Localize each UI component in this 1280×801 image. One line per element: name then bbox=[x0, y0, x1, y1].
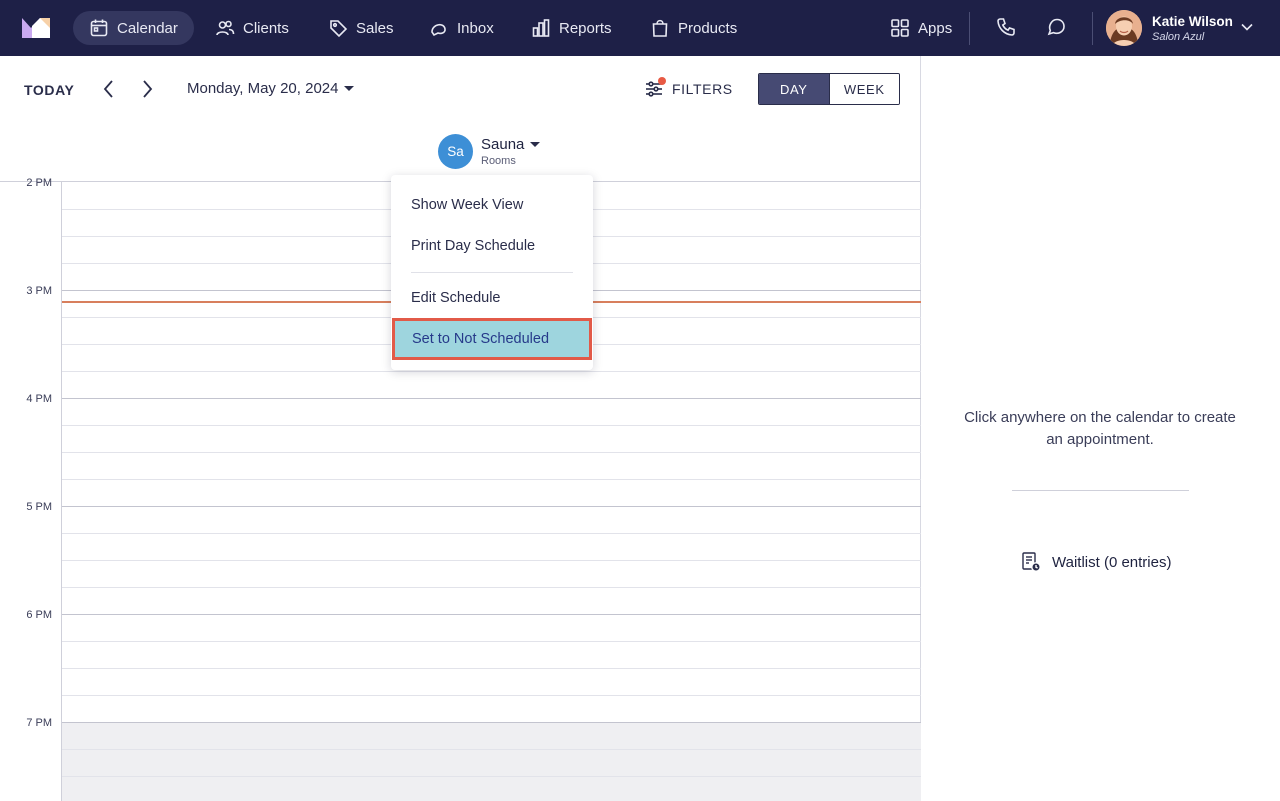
menu-divider bbox=[411, 272, 573, 273]
slot-line bbox=[62, 425, 921, 426]
slot-line bbox=[62, 371, 921, 372]
resource-name: Sauna bbox=[481, 136, 525, 153]
avatar bbox=[1106, 10, 1142, 46]
slot-line bbox=[62, 641, 921, 642]
nav-inbox-label: Inbox bbox=[457, 19, 494, 37]
filters-button[interactable]: FILTERS bbox=[644, 77, 733, 99]
menu-item-edit-schedule[interactable]: Edit Schedule bbox=[391, 279, 593, 317]
nav-products-label: Products bbox=[678, 19, 738, 37]
view-toggle: DAY WEEK bbox=[758, 73, 900, 105]
slot-line bbox=[62, 452, 921, 453]
chevron-right-icon bbox=[143, 80, 153, 98]
chat-icon bbox=[1047, 18, 1065, 36]
resource-menu: Show Week View Print Day Schedule Edit S… bbox=[391, 175, 593, 370]
user-menu[interactable]: Katie Wilson Salon Azul bbox=[1106, 10, 1233, 46]
nav-divider bbox=[969, 12, 970, 45]
time-label: 5 PM bbox=[26, 501, 52, 513]
user-name: Katie Wilson bbox=[1152, 13, 1233, 29]
view-day-button[interactable]: DAY bbox=[759, 74, 829, 104]
chat-bubbles-icon bbox=[431, 23, 446, 37]
hour-line bbox=[62, 722, 921, 723]
nav-inbox[interactable]: Inbox bbox=[413, 11, 510, 45]
after-hours-block bbox=[62, 723, 921, 801]
filter-active-dot bbox=[658, 77, 666, 85]
resource-header[interactable]: Sa Sauna Rooms bbox=[438, 134, 541, 169]
filters-label: FILTERS bbox=[672, 81, 733, 97]
empty-state-message: Click anywhere on the calendar to create… bbox=[964, 409, 1236, 448]
slot-line bbox=[62, 479, 921, 480]
menu-item-set-not-scheduled[interactable]: Set to Not Scheduled bbox=[392, 318, 592, 360]
nav-calendar-label: Calendar bbox=[117, 19, 178, 37]
nav-calendar[interactable]: Calendar bbox=[73, 11, 194, 45]
hour-line bbox=[62, 614, 921, 615]
nav-sales[interactable]: Sales bbox=[312, 11, 410, 45]
prev-day-button[interactable] bbox=[98, 78, 120, 100]
user-business: Salon Azul bbox=[1152, 30, 1205, 43]
next-day-button[interactable] bbox=[136, 78, 158, 100]
nav-products[interactable]: Products bbox=[634, 11, 753, 45]
users-icon bbox=[216, 20, 235, 36]
avatar-photo-icon bbox=[1106, 10, 1142, 46]
time-label: 4 PM bbox=[26, 393, 52, 405]
menu-item-show-week-view[interactable]: Show Week View bbox=[391, 186, 593, 224]
nav-apps[interactable]: Apps bbox=[874, 11, 968, 45]
caret-down-icon bbox=[530, 142, 541, 147]
time-label: 3 PM bbox=[26, 285, 52, 297]
caret-down-icon bbox=[344, 86, 355, 91]
slot-line bbox=[62, 560, 921, 561]
slot-line bbox=[62, 668, 921, 669]
waitlist-link[interactable]: Waitlist (0 entries) bbox=[1020, 551, 1171, 573]
shopping-bag-icon bbox=[652, 19, 668, 37]
time-label: 2 PM bbox=[26, 177, 52, 189]
date-label: Monday, May 20, 2024 bbox=[187, 80, 339, 97]
waitlist-clock-icon bbox=[1022, 552, 1041, 572]
slot-line bbox=[62, 776, 921, 777]
slot-line bbox=[62, 533, 921, 534]
phone-icon bbox=[997, 18, 1015, 36]
logo-icon[interactable] bbox=[22, 16, 50, 38]
messages-button[interactable] bbox=[1045, 16, 1069, 40]
phone-button[interactable] bbox=[995, 16, 1019, 40]
nav-apps-label: Apps bbox=[918, 19, 953, 37]
bar-chart-icon bbox=[532, 19, 550, 37]
nav-clients[interactable]: Clients bbox=[199, 11, 305, 45]
date-picker[interactable]: Monday, May 20, 2024 bbox=[187, 80, 355, 97]
side-divider bbox=[1012, 490, 1189, 491]
hour-line bbox=[62, 398, 921, 399]
resource-avatar: Sa bbox=[438, 134, 473, 169]
hour-line bbox=[62, 506, 921, 507]
time-label: 6 PM bbox=[26, 609, 52, 621]
nav-divider bbox=[1092, 12, 1093, 45]
calendar-icon bbox=[90, 19, 108, 37]
slot-line bbox=[62, 749, 921, 750]
top-nav: Calendar Clients Sales Inbox Reports Pro… bbox=[0, 0, 1280, 56]
menu-item-print-day-schedule[interactable]: Print Day Schedule bbox=[391, 227, 593, 265]
calendar-panel: TODAY Monday, May 20, 2024 FILTERS DAY W… bbox=[0, 56, 921, 801]
nav-reports-label: Reports bbox=[559, 19, 612, 37]
slot-line bbox=[62, 695, 921, 696]
view-week-button[interactable]: WEEK bbox=[828, 74, 899, 104]
chevron-left-icon bbox=[103, 80, 113, 98]
time-label: 7 PM bbox=[26, 717, 52, 729]
today-button[interactable]: TODAY bbox=[24, 82, 74, 98]
sliders-icon bbox=[644, 77, 666, 99]
nav-reports[interactable]: Reports bbox=[515, 11, 628, 45]
apps-grid-icon bbox=[891, 19, 909, 37]
nav-clients-label: Clients bbox=[243, 19, 289, 37]
slot-line bbox=[62, 587, 921, 588]
chevron-down-icon[interactable] bbox=[1240, 20, 1254, 34]
tag-icon bbox=[330, 20, 348, 38]
waitlist-label: Waitlist (0 entries) bbox=[1052, 553, 1172, 571]
resource-type: Rooms bbox=[481, 155, 516, 167]
nav-sales-label: Sales bbox=[356, 19, 394, 37]
